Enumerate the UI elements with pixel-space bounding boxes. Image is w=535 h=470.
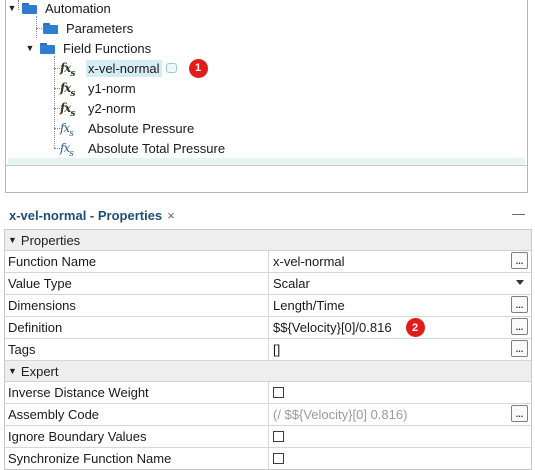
property-value: $${Velocity}[0]/0.816 — [273, 320, 392, 335]
tree-item-label: Parameters — [66, 20, 134, 36]
field-function-icon: fxs — [60, 121, 74, 139]
row-inverse-distance-weight: Inverse Distance Weight — [5, 382, 531, 404]
property-name: Dimensions — [5, 295, 269, 316]
ellipsis-button[interactable]: ... — [511, 296, 528, 313]
tree-connector — [54, 56, 55, 148]
property-name: Synchronize Function Name — [5, 448, 269, 469]
function-name-field[interactable]: x-vel-normal ... — [269, 251, 531, 272]
property-value: (/ $${Velocity}[0] 0.816) — [273, 407, 408, 422]
property-name: Ignore Boundary Values — [5, 426, 269, 447]
tree-item-label: Absolute Total Pressure — [88, 140, 226, 156]
collapse-arrow-icon[interactable]: ▼ — [25, 43, 35, 53]
panel-divider — [6, 165, 527, 166]
synchronize-function-name-cell — [269, 448, 531, 469]
value-type-dropdown[interactable]: Scalar — [269, 273, 531, 294]
tree-item-x-vel-normal[interactable]: fxs x-vel-normal 1 — [60, 58, 208, 79]
close-icon[interactable]: × — [167, 208, 175, 223]
property-name: Assembly Code — [5, 404, 269, 425]
tree-item-y1-norm[interactable]: fxs y1-norm — [60, 78, 138, 100]
row-ignore-boundary-values: Ignore Boundary Values — [5, 426, 531, 448]
object-tree: ▼ Automation Parameters ▼ Field Function… — [5, 0, 528, 193]
ellipsis-button[interactable]: ... — [511, 318, 528, 335]
inverse-distance-weight-checkbox[interactable] — [273, 387, 284, 398]
section-label: Properties — [20, 232, 81, 248]
property-name: Tags — [5, 339, 269, 360]
dimensions-field[interactable]: Length/Time ... — [269, 295, 531, 316]
row-synchronize-function-name: Synchronize Function Name — [5, 448, 531, 469]
collapse-arrow-icon[interactable]: ▼ — [8, 366, 17, 376]
tree-item-field-functions[interactable]: ▼ Field Functions — [25, 38, 153, 58]
tree-item-y2-norm[interactable]: fxs y2-norm — [60, 98, 138, 120]
tree-item-label: Field Functions — [63, 40, 152, 56]
ellipsis-button[interactable]: ... — [511, 252, 528, 269]
tree-item-absolute-pressure[interactable]: fxs Absolute Pressure — [60, 118, 196, 140]
folder-icon — [43, 22, 58, 34]
tree-item-automation[interactable]: ▼ Automation — [7, 0, 113, 18]
tags-field[interactable]: [] ... — [269, 339, 531, 360]
folder-icon — [40, 42, 55, 54]
edit-cursor-icon — [165, 63, 177, 73]
property-value: Length/Time — [273, 298, 345, 313]
row-tags: Tags [] ... — [5, 339, 531, 361]
property-name: Inverse Distance Weight — [5, 382, 269, 403]
tree-item-label: x-vel-normal — [86, 59, 162, 77]
row-assembly-code: Assembly Code (/ $${Velocity}[0] 0.816) … — [5, 404, 531, 426]
minimize-icon[interactable]: — — [512, 206, 525, 221]
collapse-arrow-icon[interactable]: ▼ — [7, 3, 17, 13]
ignore-boundary-values-cell — [269, 426, 531, 447]
property-value: [] — [273, 342, 281, 357]
row-dimensions: Dimensions Length/Time ... — [5, 295, 531, 317]
section-expert[interactable]: ▼ Expert — [5, 361, 531, 382]
ignore-boundary-values-checkbox[interactable] — [273, 431, 284, 442]
user-field-function-icon: fxs — [60, 81, 75, 99]
ellipsis-button[interactable]: ... — [511, 405, 528, 422]
properties-tab-title[interactable]: x-vel-normal - Properties — [9, 208, 162, 223]
property-name: Function Name — [5, 251, 269, 272]
property-value: x-vel-normal — [273, 254, 345, 269]
callout-badge: 2 — [405, 318, 425, 337]
row-definition: Definition $${Velocity}[0]/0.816 2 ... — [5, 317, 531, 339]
tree-item-label: Automation — [45, 0, 111, 16]
tree-connector — [36, 16, 37, 38]
ellipsis-button[interactable]: ... — [511, 340, 528, 357]
field-function-icon: fxs — [60, 141, 74, 159]
inverse-distance-weight-cell — [269, 382, 531, 403]
properties-tab-header: x-vel-normal - Properties × — — [0, 203, 535, 227]
property-value: Scalar — [273, 276, 310, 291]
row-function-name: Function Name x-vel-normal ... — [5, 251, 531, 273]
property-name: Value Type — [5, 273, 269, 294]
section-properties[interactable]: ▼ Properties — [5, 230, 531, 251]
tree-item-absolute-total-pressure[interactable]: fxs Absolute Total Pressure — [60, 138, 227, 160]
chevron-down-icon[interactable] — [516, 280, 524, 285]
tree-item-label: Absolute Pressure — [88, 120, 195, 136]
collapse-arrow-icon[interactable]: ▼ — [8, 235, 17, 245]
tree-item-label: y2-norm — [88, 100, 136, 116]
row-value-type: Value Type Scalar — [5, 273, 531, 295]
callout-badge: 1 — [188, 58, 208, 78]
property-name: Definition — [5, 317, 269, 338]
tree-item-parameters[interactable]: Parameters — [43, 18, 135, 38]
tree-item-label: y1-norm — [88, 80, 136, 96]
definition-field[interactable]: $${Velocity}[0]/0.816 2 ... — [269, 317, 531, 338]
assembly-code-field[interactable]: (/ $${Velocity}[0] 0.816) ... — [269, 404, 531, 425]
synchronize-function-name-checkbox[interactable] — [273, 453, 284, 464]
user-field-function-icon: fxs — [60, 101, 75, 119]
horizontal-scrollbar[interactable] — [8, 158, 525, 165]
section-label: Expert — [20, 363, 59, 379]
folder-icon — [22, 2, 37, 14]
properties-grid: ▼ Properties Function Name x-vel-normal … — [4, 229, 532, 470]
user-field-function-icon: fxs — [60, 61, 75, 79]
